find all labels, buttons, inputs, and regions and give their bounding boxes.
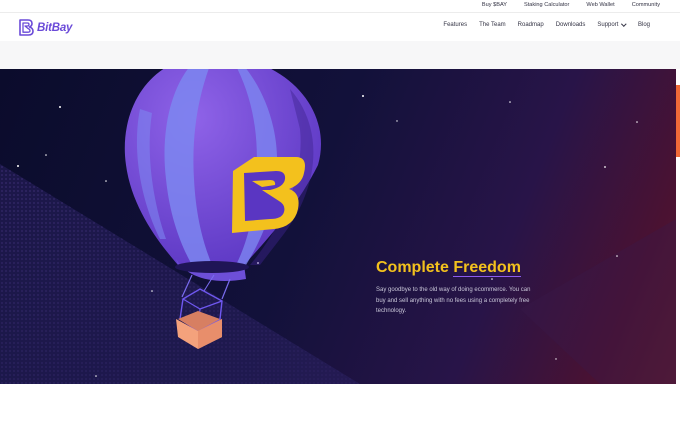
community-link[interactable]: Community <box>632 2 660 8</box>
nav-spacer-band <box>0 41 680 69</box>
nav-downloads[interactable]: Downloads <box>556 22 586 28</box>
nav-downloads-label: Downloads <box>555 22 586 28</box>
logo-text: BitBay <box>37 21 73 34</box>
web-wallet-link[interactable]: Web Wallet <box>586 2 614 8</box>
nav-the-team[interactable]: The Team <box>479 22 506 28</box>
nav-blog-label: Blog <box>637 22 650 28</box>
hero-illustration <box>0 69 676 384</box>
headline-highlight: Freedom <box>453 259 521 277</box>
nav-roadmap-label: Roadmap <box>517 22 544 28</box>
scrollbar-thumb[interactable] <box>676 85 680 157</box>
nav-the-team-label: The Team <box>479 22 506 28</box>
headline-prefix: Complete <box>376 259 449 276</box>
main-nav: BitBay Features The Team Roadmap Downloa… <box>0 13 680 41</box>
nav-support[interactable]: Support <box>597 21 627 28</box>
chevron-down-icon <box>621 21 627 27</box>
hero-description: Say goodbye to the old way of doing ecom… <box>376 287 531 314</box>
nav-blog[interactable]: Blog <box>638 22 650 28</box>
top-utility-bar: Buy $BAY Staking Calculator Web Wallet C… <box>0 0 680 13</box>
staking-calculator-link[interactable]: Staking Calculator <box>524 2 569 8</box>
light-beam-right <box>520 219 676 384</box>
bitbay-logo-icon <box>19 19 34 36</box>
nav-features-label: Features <box>443 22 468 28</box>
hero-headline: Complete Freedom <box>376 259 521 277</box>
nav-support-label: Support <box>597 22 619 28</box>
nav-links: Features The Team Roadmap Downloads Supp… <box>443 21 650 28</box>
nav-features[interactable]: Features <box>443 22 467 28</box>
hero-section: Complete Freedom Say goodbye to the old … <box>0 69 676 384</box>
buy-bay-link[interactable]: Buy $BAY <box>482 2 507 8</box>
utility-links: Buy $BAY Staking Calculator Web Wallet C… <box>482 2 660 8</box>
nav-roadmap[interactable]: Roadmap <box>518 22 544 28</box>
bitbay-logo[interactable]: BitBay <box>19 18 72 37</box>
